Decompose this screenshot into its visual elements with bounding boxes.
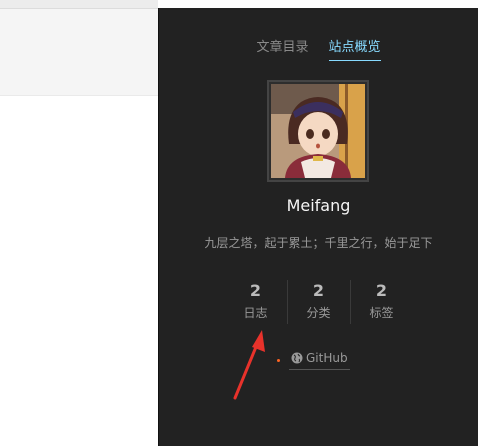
content-header-band (0, 9, 158, 96)
avatar-image (271, 84, 365, 178)
stat-categories[interactable]: 2 分类 (286, 280, 350, 324)
site-stats: 2 日志 2 分类 2 标签 (159, 280, 478, 324)
stat-tags-label: 标签 (369, 306, 394, 320)
link-bullet (277, 359, 280, 362)
stat-posts-label: 日志 (243, 306, 268, 320)
stat-categories-label: 分类 (306, 306, 331, 320)
stat-tags[interactable]: 2 标签 (349, 280, 413, 324)
stat-posts-count: 2 (249, 281, 262, 300)
stat-tags-count: 2 (375, 281, 388, 300)
tab-toc[interactable]: 文章目录 (256, 36, 308, 61)
site-description: 九层之塔，起于累土；千里之行，始于足下 (204, 236, 433, 250)
tab-site-overview[interactable]: 站点概览 (328, 36, 381, 61)
github-link-label: GitHub (306, 351, 348, 365)
page-top-bar (0, 0, 158, 9)
sidebar-tabs: 文章目录 站点概览 (159, 36, 478, 61)
globe-icon (291, 352, 303, 364)
site-author-name: Meifang (286, 196, 351, 215)
sidebar: 文章目录 站点概览 Meifang 九层之塔，起于累土；千里之行，始于足下 2 … (158, 8, 478, 446)
github-link[interactable]: GitHub (289, 351, 350, 370)
annotation-arrow (233, 330, 265, 400)
stat-categories-count: 2 (312, 281, 325, 300)
author-avatar (267, 80, 369, 182)
social-links: GitHub (277, 351, 350, 370)
stat-posts[interactable]: 2 日志 (225, 280, 287, 324)
